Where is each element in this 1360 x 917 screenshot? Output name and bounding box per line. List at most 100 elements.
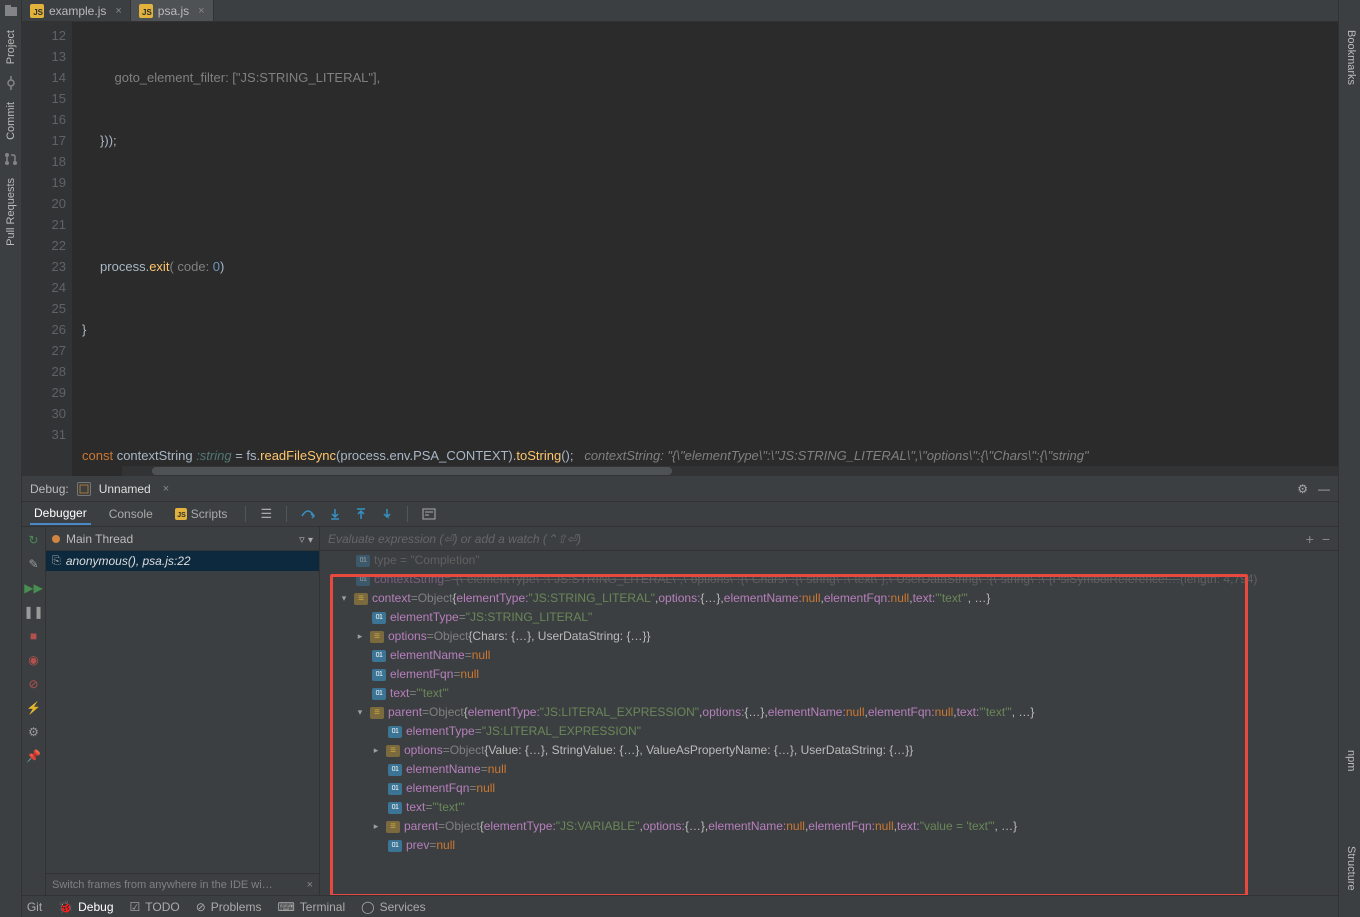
js-file-icon: JS bbox=[30, 4, 44, 18]
object-icon bbox=[386, 821, 400, 833]
settings-icon[interactable]: ⚙ bbox=[1297, 482, 1308, 496]
scripts-tab[interactable]: JSScripts bbox=[171, 504, 232, 524]
run-config-icon bbox=[77, 482, 91, 496]
expand-icon[interactable]: ▾ bbox=[354, 703, 366, 722]
close-icon[interactable]: × bbox=[307, 879, 313, 891]
project-icon[interactable] bbox=[4, 4, 18, 18]
pause-icon[interactable]: ❚❚ bbox=[27, 605, 41, 619]
pull-request-icon[interactable] bbox=[4, 152, 18, 166]
console-tab[interactable]: Console bbox=[105, 504, 157, 524]
debugger-tab[interactable]: Debugger bbox=[30, 503, 91, 525]
js-file-icon: JS bbox=[139, 4, 153, 18]
string-icon bbox=[356, 574, 370, 586]
tab-label: psa.js bbox=[158, 4, 189, 18]
gutter: 1213141516171819202122232425262728293031 bbox=[22, 22, 72, 476]
debug-button[interactable]: 🐞Debug bbox=[58, 900, 113, 914]
right-tool-window-bar: Bookmarks npm Structure bbox=[1338, 0, 1360, 917]
todo-icon: ☑ bbox=[130, 900, 141, 914]
horizontal-scrollbar[interactable] bbox=[122, 466, 1338, 476]
resume-icon[interactable]: ▶▶ bbox=[27, 581, 41, 595]
evaluate-expression-input[interactable]: Evaluate expression (⏎) or add a watch (… bbox=[320, 527, 1338, 551]
evaluate-expression-icon[interactable] bbox=[422, 508, 436, 520]
string-icon bbox=[372, 669, 386, 681]
threads-icon[interactable]: ☰ bbox=[260, 506, 272, 522]
problems-button[interactable]: ⊘Problems bbox=[196, 900, 262, 914]
terminal-button[interactable]: ⌨Terminal bbox=[277, 900, 345, 914]
debug-config-name[interactable]: Unnamed bbox=[99, 482, 151, 496]
sidebar-structure[interactable]: Structure bbox=[1345, 846, 1357, 891]
string-icon bbox=[388, 764, 402, 776]
string-icon bbox=[388, 840, 402, 852]
modify-run-config-icon[interactable]: ✎ bbox=[27, 557, 41, 571]
string-icon bbox=[388, 726, 402, 738]
view-breakpoints-icon[interactable]: ◉ bbox=[27, 653, 41, 667]
sidebar-bookmarks[interactable]: Bookmarks bbox=[1345, 30, 1357, 85]
settings-icon[interactable]: ⚙ bbox=[27, 725, 41, 739]
string-icon bbox=[388, 783, 402, 795]
terminal-icon: ⌨ bbox=[277, 900, 294, 914]
frames-panel: Main Thread ▿ ▾ ⎘ anonymous(), psa.js:22… bbox=[46, 527, 320, 895]
string-icon bbox=[388, 802, 402, 814]
string-icon bbox=[372, 612, 386, 624]
hide-icon[interactable]: — bbox=[1318, 482, 1330, 496]
frame-label: anonymous(), psa.js:22 bbox=[66, 554, 191, 568]
expand-icon[interactable]: ▸ bbox=[354, 627, 366, 646]
close-icon[interactable]: × bbox=[198, 5, 204, 17]
remove-watch-icon[interactable]: − bbox=[1322, 531, 1330, 547]
step-over-icon[interactable] bbox=[301, 508, 315, 520]
todo-button[interactable]: ☑TODO bbox=[130, 900, 180, 914]
tab-label: example.js bbox=[49, 4, 106, 18]
variables-tree[interactable]: type = "Completion" contextString = "{\"… bbox=[320, 551, 1338, 895]
bug-icon: 🐞 bbox=[58, 900, 73, 914]
object-icon bbox=[386, 745, 400, 757]
debug-actions: ↻ ✎ ▶▶ ❚❚ ■ ◉ ⊘ ⚡ ⚙ 📌 bbox=[22, 527, 46, 895]
thread-dump-icon[interactable]: ⚡ bbox=[27, 701, 41, 715]
step-out-icon[interactable] bbox=[355, 508, 367, 520]
debug-tool-window: Debug: Unnamed × ⚙ — Debugger Console JS… bbox=[22, 476, 1338, 895]
services-button[interactable]: ◯Services bbox=[361, 900, 425, 914]
tab-example-js[interactable]: JS example.js × bbox=[22, 0, 131, 21]
debug-header: Debug: Unnamed × ⚙ — bbox=[22, 476, 1338, 502]
svg-text:I: I bbox=[388, 515, 390, 520]
expand-icon[interactable]: ▸ bbox=[370, 741, 382, 760]
run-to-cursor-icon[interactable]: I bbox=[381, 508, 393, 520]
filter-icon[interactable]: ▿ bbox=[299, 534, 305, 546]
thread-status-icon bbox=[52, 535, 60, 543]
object-icon bbox=[370, 707, 384, 719]
editor-tabs: JS example.js × JS psa.js × bbox=[22, 0, 1338, 22]
string-icon bbox=[372, 688, 386, 700]
expand-icon[interactable]: ▸ bbox=[370, 817, 382, 836]
thread-name[interactable]: Main Thread bbox=[66, 532, 133, 546]
sidebar-commit[interactable]: Commit bbox=[5, 96, 17, 146]
object-icon bbox=[354, 593, 368, 605]
close-icon[interactable]: × bbox=[163, 483, 169, 495]
dropdown-icon[interactable]: ▾ bbox=[308, 535, 313, 546]
pin-icon[interactable]: 📌 bbox=[27, 749, 41, 763]
commit-icon[interactable] bbox=[4, 76, 18, 90]
code-content[interactable]: goto_element_filter: ["JS:STRING_LITERAL… bbox=[72, 22, 1338, 476]
stack-frame[interactable]: ⎘ anonymous(), psa.js:22 bbox=[46, 551, 319, 571]
debug-toolbar: Debugger Console JSScripts ☰ I bbox=[22, 502, 1338, 527]
debug-label: Debug: bbox=[30, 482, 69, 496]
services-icon: ◯ bbox=[361, 900, 374, 914]
code-editor[interactable]: 1213141516171819202122232425262728293031… bbox=[22, 22, 1338, 476]
sidebar-project[interactable]: Project bbox=[5, 24, 17, 70]
close-icon[interactable]: × bbox=[115, 5, 121, 17]
sidebar-npm[interactable]: npm bbox=[1345, 750, 1357, 771]
sidebar-pull-requests[interactable]: Pull Requests bbox=[5, 172, 17, 252]
left-tool-window-bar: Project Commit Pull Requests bbox=[0, 0, 22, 917]
add-watch-icon[interactable]: + bbox=[1306, 531, 1314, 547]
object-icon bbox=[370, 631, 384, 643]
tab-psa-js[interactable]: JS psa.js × bbox=[131, 0, 214, 21]
status-bar: ⎇Git 🐞Debug ☑TODO ⊘Problems ⌨Terminal ◯S… bbox=[0, 895, 1360, 917]
problems-icon: ⊘ bbox=[196, 900, 206, 914]
scrollbar-thumb[interactable] bbox=[152, 467, 672, 475]
stop-icon[interactable]: ■ bbox=[27, 629, 41, 643]
expand-icon[interactable]: ▾ bbox=[338, 589, 350, 608]
frames-footer: Switch frames from anywhere in the IDE w… bbox=[46, 873, 319, 895]
rerun-icon[interactable]: ↻ bbox=[27, 533, 41, 547]
step-into-icon[interactable] bbox=[329, 508, 341, 520]
variables-panel: Evaluate expression (⏎) or add a watch (… bbox=[320, 527, 1338, 895]
frame-icon: ⎘ bbox=[52, 555, 61, 568]
mute-breakpoints-icon[interactable]: ⊘ bbox=[27, 677, 41, 691]
